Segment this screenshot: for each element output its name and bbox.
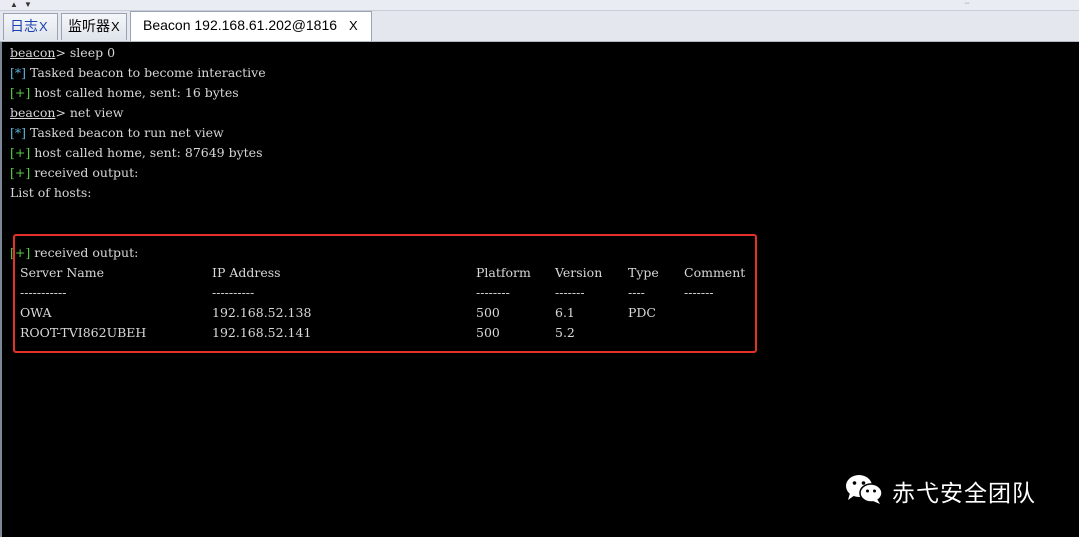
status-tag-info: [*] [10,125,27,140]
console-text: Tasked beacon to run net view [26,125,224,140]
console-line: [*] Tasked beacon to run net view [10,123,224,143]
console-line: [+] received output: [10,163,138,183]
watermark-text: 赤弋安全团队 [892,481,1036,507]
console-text: received output: [30,165,139,180]
tab-listeners[interactable]: 监听器X [61,13,127,40]
tab-beacon-label: Beacon 192.168.61.202@1816 [143,17,338,33]
tab-log[interactable]: 日志X [3,13,58,40]
console-text: Tasked beacon to become interactive [26,65,266,80]
console-prompt: beacon [10,45,56,60]
status-tag-info: [*] [10,65,27,80]
console-command: > sleep 0 [55,45,116,60]
tab-beacon-active[interactable]: Beacon 192.168.61.202@1816 X [130,11,372,41]
console-text: List of hosts: [10,185,92,200]
console-line: [*] Tasked beacon to become interactive [10,63,266,83]
beacon-console[interactable]: beacon> sleep 0 [*] Tasked beacon to bec… [0,42,1079,537]
tab-log-close-button[interactable]: X [39,19,48,34]
watermark: 赤弋安全团队 [844,472,1036,510]
resize-grip-icon[interactable]: ∙∙∙∙∙ [964,0,970,8]
tab-listeners-close-button[interactable]: X [111,19,120,34]
status-tag-success: [+] [10,165,31,180]
tab-bar: 日志X 监听器X Beacon 192.168.61.202@1816 X [0,11,1079,42]
console-line: beacon> net view [10,103,124,123]
console-line: [+] host called home, sent: 87649 bytes [10,143,263,163]
highlight-annotation-box [13,234,757,353]
status-tag-success: [+] [10,145,31,160]
console-line: List of hosts: [10,183,91,203]
tab-beacon-close-button[interactable]: X [349,18,358,33]
console-command: > net view [55,105,124,120]
collapse-up-icon[interactable]: ▲ [10,0,18,10]
console-text: host called home, sent: 16 bytes [30,85,239,100]
console-line: beacon> sleep 0 [10,43,115,63]
status-tag-success: [+] [10,85,31,100]
tab-listeners-label: 监听器 [68,18,110,34]
console-text: host called home, sent: 87649 bytes [30,145,263,160]
top-strip: ▲ ▼ ∙∙∙∙∙ [0,0,1079,11]
console-prompt: beacon [10,105,56,120]
console-line: [+] host called home, sent: 16 bytes [10,83,239,103]
tab-log-label: 日志 [10,18,38,34]
collapse-down-icon[interactable]: ▼ [24,0,32,10]
wechat-icon [844,472,884,511]
